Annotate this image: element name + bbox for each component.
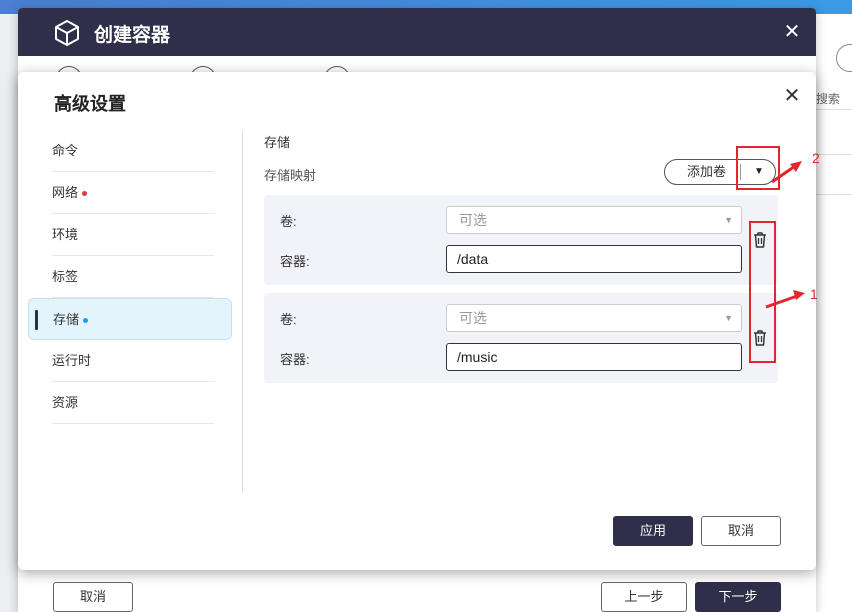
annotation-arrows <box>765 161 805 309</box>
window-header: 创建容器 ✕ <box>18 8 816 56</box>
container-label: 容器: <box>280 254 310 269</box>
background-search-fragment: 搜索 <box>816 90 852 110</box>
nav-label: 网络 <box>52 185 79 200</box>
cube-icon <box>55 20 79 46</box>
volume-select[interactable]: 可选 ▼ <box>446 304 742 332</box>
nav-item-runtime[interactable]: 运行时 <box>52 340 214 382</box>
storage-mapping-row: 卷: 可选 ▼ 容器: /music <box>264 293 778 383</box>
nav-item-labels[interactable]: 标签 <box>52 256 214 298</box>
advanced-settings-dialog: 高级设置 ✕ 命令 网络 环境 标签 存储 运行时 资源 存储 存储映射 添加卷… <box>18 72 816 570</box>
volume-label: 卷: <box>280 214 297 229</box>
nav-label: 标签 <box>52 269 79 284</box>
dialog-title: 高级设置 <box>54 94 126 114</box>
previous-step-button[interactable]: 上一步 <box>601 582 687 612</box>
nav-label: 命令 <box>52 143 79 158</box>
nav-label: 环境 <box>52 227 79 242</box>
nav-label: 资源 <box>52 395 79 410</box>
volume-label: 卷: <box>280 312 297 327</box>
nav-item-environment[interactable]: 环境 <box>52 214 214 256</box>
annotation-label-2: 2 <box>812 150 820 166</box>
background-toggle <box>836 44 852 72</box>
section-title: 存储 <box>264 135 291 150</box>
chevron-down-icon: ▼ <box>724 215 733 225</box>
window-title: 创建容器 <box>94 25 171 46</box>
container-path-input[interactable]: /music <box>446 343 742 371</box>
window-close-icon[interactable]: ✕ <box>780 20 804 44</box>
nav-item-network[interactable]: 网络 <box>52 172 214 214</box>
status-dot <box>82 191 88 197</box>
nav-item-storage[interactable]: 存储 <box>28 298 232 340</box>
apply-button[interactable]: 应用 <box>613 516 693 546</box>
dialog-cancel-button[interactable]: 取消 <box>701 516 781 546</box>
volume-select[interactable]: 可选 ▼ <box>446 206 742 234</box>
chevron-down-icon: ▼ <box>724 313 733 323</box>
nav-item-resources[interactable]: 资源 <box>52 382 214 424</box>
next-step-button[interactable]: 下一步 <box>695 582 781 612</box>
annotation-label-1: 1 <box>810 286 818 302</box>
active-indicator <box>35 310 38 330</box>
section-subtitle: 存储映射 <box>264 168 317 183</box>
nav-divider <box>242 130 243 492</box>
container-label: 容器: <box>280 352 310 367</box>
volume-placeholder: 可选 <box>459 310 487 326</box>
container-path-input[interactable]: /data <box>446 245 742 273</box>
wizard-cancel-button[interactable]: 取消 <box>53 582 133 612</box>
volume-placeholder: 可选 <box>459 212 487 228</box>
nav-label: 运行时 <box>52 353 92 368</box>
add-volume-label: 添加卷 <box>687 164 727 179</box>
dialog-close-icon[interactable]: ✕ <box>780 84 804 108</box>
storage-mapping-row: 卷: 可选 ▼ 容器: /data <box>264 195 778 285</box>
nav-label: 存储 <box>53 312 80 327</box>
nav-item-command[interactable]: 命令 <box>52 130 214 172</box>
status-dot <box>83 318 89 324</box>
